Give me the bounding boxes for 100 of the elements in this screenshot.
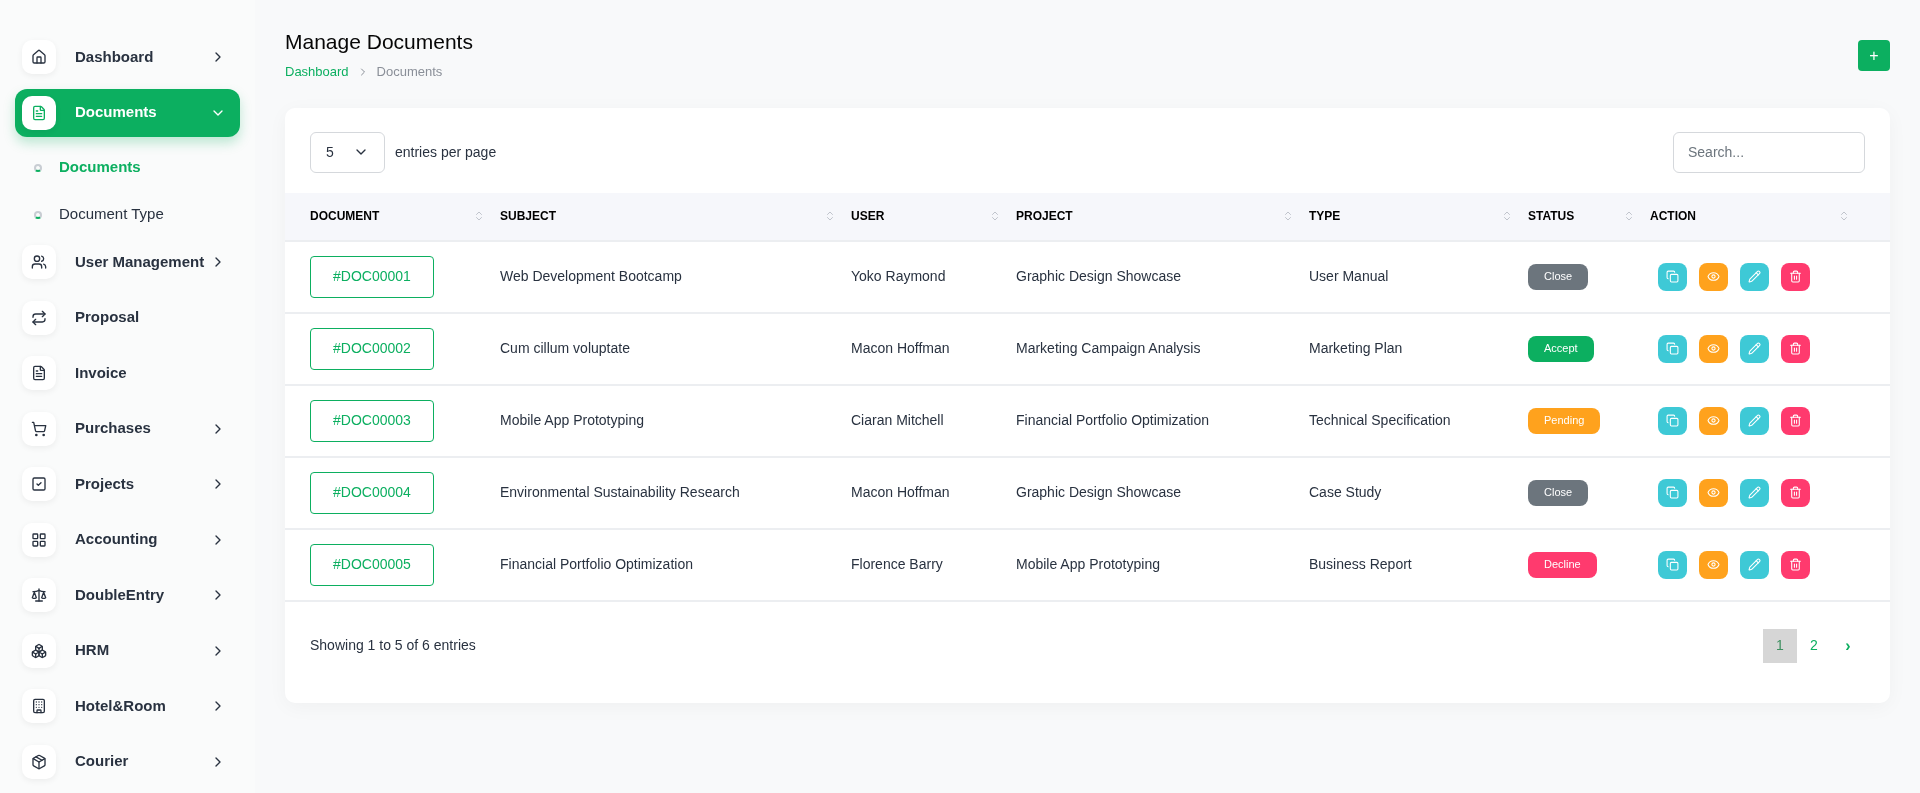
column-header[interactable]: STATUS xyxy=(1528,207,1575,225)
table-cell: Yoko Raymond xyxy=(851,268,946,284)
cart-icon xyxy=(31,420,47,437)
pencil-icon xyxy=(1748,486,1761,499)
table-cell: User Manual xyxy=(1309,268,1389,284)
sidebar-item[interactable]: Dashboard xyxy=(15,33,240,81)
entries-summary: Showing 1 to 5 of 6 entries xyxy=(310,636,476,655)
table-cell: Ciaran Mitchell xyxy=(851,412,944,428)
table-cell: Graphic Design Showcase xyxy=(1016,268,1181,284)
eye-icon xyxy=(1707,270,1720,283)
sidebar-item[interactable]: Courier xyxy=(15,737,240,786)
sidebar-item[interactable]: Projects xyxy=(15,460,240,508)
status-badge: Close xyxy=(1528,263,1589,290)
box-icon xyxy=(31,753,47,770)
column-header[interactable]: ACTION xyxy=(1650,207,1696,225)
column-header[interactable]: USER xyxy=(851,207,885,225)
sort-icon[interactable] xyxy=(1501,210,1513,222)
sort-icon[interactable] xyxy=(824,210,836,222)
checkbox-icon xyxy=(31,476,47,492)
building-icon xyxy=(31,698,47,714)
table-cell: Graphic Design Showcase xyxy=(1016,484,1181,500)
view-button[interactable] xyxy=(1699,478,1728,507)
table-cell: Cum cillum voluptate xyxy=(500,340,630,356)
column-header[interactable]: DOCUMENT xyxy=(310,207,380,225)
sort-icon[interactable] xyxy=(1623,210,1635,222)
column-header[interactable]: SUBJECT xyxy=(500,207,556,225)
view-button[interactable] xyxy=(1699,406,1728,435)
edit-button[interactable] xyxy=(1740,550,1769,579)
copy-button[interactable] xyxy=(1658,550,1687,579)
copy-button[interactable] xyxy=(1658,478,1687,507)
sidebar-item[interactable]: User Management xyxy=(15,238,240,286)
view-button[interactable] xyxy=(1699,334,1728,363)
document-icon xyxy=(31,365,47,381)
edit-button[interactable] xyxy=(1740,262,1769,291)
sidebar-item[interactable]: Accounting xyxy=(15,515,240,564)
sort-icon[interactable] xyxy=(473,210,485,222)
trash-icon xyxy=(1789,342,1802,355)
search-field[interactable]: Search... xyxy=(1673,131,1865,173)
trash-icon xyxy=(1789,270,1802,283)
delete-button[interactable] xyxy=(1781,478,1810,507)
edit-button[interactable] xyxy=(1740,406,1769,435)
view-button[interactable] xyxy=(1699,262,1728,291)
pencil-icon xyxy=(1748,342,1761,355)
eye-icon xyxy=(1707,486,1720,499)
bullet-icon xyxy=(34,210,42,219)
delete-button[interactable] xyxy=(1781,550,1810,579)
copy-icon xyxy=(1666,414,1679,427)
pencil-icon xyxy=(1748,270,1761,283)
table-cell: Macon Hoffman xyxy=(851,484,950,500)
edit-button[interactable] xyxy=(1740,334,1769,363)
trash-icon xyxy=(1789,414,1802,427)
status-badge: Pending xyxy=(1528,407,1601,434)
table-cell: Marketing Campaign Analysis xyxy=(1016,340,1201,356)
trash-icon xyxy=(1789,486,1802,499)
sidebar-item[interactable]: DoubleEntry xyxy=(15,571,240,619)
copy-icon xyxy=(1666,342,1679,355)
boxes-icon xyxy=(31,642,47,659)
sort-icon[interactable] xyxy=(1838,210,1850,222)
delete-button[interactable] xyxy=(1781,334,1810,363)
table-cell: Macon Hoffman xyxy=(851,340,950,356)
sidebar-item[interactable]: Proposal xyxy=(15,293,240,342)
edit-button[interactable] xyxy=(1740,478,1769,507)
status-badge: Accept xyxy=(1528,335,1594,362)
submenu-item[interactable]: Document Type xyxy=(15,191,240,238)
scale-icon xyxy=(31,587,47,603)
copy-button[interactable] xyxy=(1658,406,1687,435)
sidebar-item[interactable]: Hotel&Room xyxy=(15,682,240,730)
users-icon xyxy=(31,254,47,270)
table-cell: Florence Barry xyxy=(851,556,943,572)
table-cell: Technical Specification xyxy=(1309,412,1451,428)
view-button[interactable] xyxy=(1699,550,1728,579)
copy-button[interactable] xyxy=(1658,334,1687,363)
status-badge: Decline xyxy=(1528,551,1597,578)
table-cell: Financial Portfolio Optimization xyxy=(500,556,693,572)
delete-button[interactable] xyxy=(1781,262,1810,291)
page-size-select[interactable]: 5 xyxy=(310,131,385,173)
trash-icon xyxy=(1789,558,1802,571)
sidebar-item[interactable]: HRM xyxy=(15,626,240,675)
table-cell: Mobile App Prototyping xyxy=(500,412,644,428)
pencil-icon xyxy=(1748,558,1761,571)
sidebar-item[interactable]: Invoice xyxy=(15,349,240,397)
copy-button[interactable] xyxy=(1658,262,1687,291)
eye-icon xyxy=(1707,558,1720,571)
sort-icon[interactable] xyxy=(1282,210,1294,222)
copy-icon xyxy=(1666,486,1679,499)
table-cell: Marketing Plan xyxy=(1309,340,1403,356)
eye-icon xyxy=(1707,342,1720,355)
table-cell: Mobile App Prototyping xyxy=(1016,556,1160,572)
delete-button[interactable] xyxy=(1781,406,1810,435)
column-header[interactable]: PROJECT xyxy=(1016,207,1073,225)
page-title: Manage Documents xyxy=(285,29,473,55)
column-header[interactable]: TYPE xyxy=(1309,207,1341,225)
swap-arrows-icon xyxy=(31,309,47,326)
breadcrumb-item: Documents xyxy=(376,63,443,81)
sort-icon[interactable] xyxy=(989,210,1001,222)
table-cell: Financial Portfolio Optimization xyxy=(1016,412,1209,428)
table-cell: Web Development Bootcamp xyxy=(500,268,682,284)
document-icon xyxy=(31,104,47,121)
pencil-icon xyxy=(1748,414,1761,427)
sidebar-item[interactable]: Purchases xyxy=(15,404,240,453)
